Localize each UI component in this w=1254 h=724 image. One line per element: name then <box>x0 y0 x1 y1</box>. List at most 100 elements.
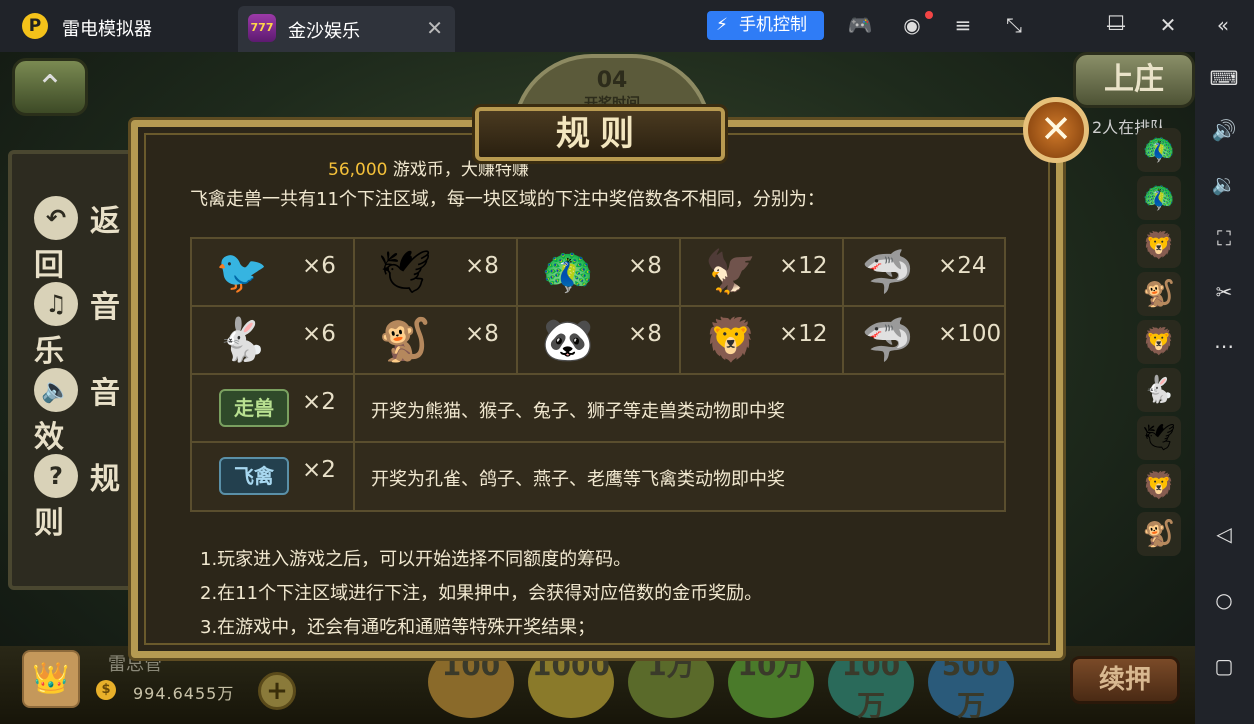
areas-description: 飞禽走兽一共有11个下注区域，每一块区域的下注中奖倍数各不相同，分别为： <box>190 189 825 210</box>
coin-icon: $ <box>96 680 116 700</box>
rule-line: 1.玩家进入游戏之后，可以开始选择不同额度的筹码。 <box>200 549 632 570</box>
table-cell: 🦅 ×12 <box>681 239 844 307</box>
history-peacock-icon: 🦚 <box>1137 128 1181 172</box>
back-triangle-icon[interactable]: ◁ <box>1209 522 1239 546</box>
history-lion-icon: 🦁 <box>1137 224 1181 268</box>
table-cell: 🐼 ×8 <box>518 307 681 375</box>
panda-icon: 🐼 <box>541 315 595 364</box>
multiplier: ×8 <box>465 321 499 347</box>
back-arrow-icon: ↶ <box>34 196 78 240</box>
screenshot-icon[interactable]: ⛶ <box>1209 226 1239 250</box>
table-cell: 🐦 ×6 <box>192 239 355 307</box>
table-cell: 🦈 ×24 <box>844 239 1006 307</box>
tab-label: 金沙娱乐 <box>288 21 360 42</box>
continue-bet-button[interactable]: 续押 <box>1070 656 1180 704</box>
recent-apps-icon[interactable]: ▢ <box>1209 654 1239 678</box>
tab-close-icon[interactable]: ✕ <box>426 16 443 40</box>
emulator-titlebar: P 雷电模拟器 777 金沙娱乐 ✕ ⚡ 手机控制 🎮 ◉ ≡ ⤡ — ☐ ✕ … <box>0 0 1254 52</box>
multiplier: ×100 <box>938 321 1002 347</box>
notification-dot <box>925 11 933 19</box>
bird-description: 开奖为孔雀、鸽子、燕子、老鹰等飞禽类动物即中奖 <box>371 469 785 490</box>
maximize-icon[interactable]: ☐ <box>1103 11 1129 35</box>
table-cell: 走兽 ×2 <box>192 375 355 443</box>
history-monkey-icon: 🐒 <box>1137 512 1181 556</box>
payout-table: 🐦 ×6 🕊 ×8 🦚 ×8 🦅 ×12 🦈 ×24 🐇 ×6 🐒 ×8 🐼 ×… <box>190 237 1006 512</box>
table-cell: 飞禽 ×2 <box>192 443 355 510</box>
rule-line: 3.在游戏中，还会有通吃和通赔等特殊开奖结果； <box>200 617 596 638</box>
tab-game[interactable]: 777 金沙娱乐 ✕ <box>238 6 455 52</box>
rabbit-icon: 🐇 <box>215 315 269 364</box>
close-modal-button[interactable]: ✕ <box>1023 97 1089 163</box>
modal-title: 规则 <box>556 114 644 154</box>
modal-title-plate: 规则 <box>475 107 725 161</box>
add-coins-button[interactable]: + <box>258 672 296 710</box>
history-rabbit-icon: 🐇 <box>1137 368 1181 412</box>
volume-up-icon[interactable]: 🔊 <box>1209 118 1239 142</box>
table-cell: 🦈 ×100 <box>844 307 1006 375</box>
scissors-icon[interactable]: ✂ <box>1209 280 1239 304</box>
history-monkey-icon: 🐒 <box>1137 272 1181 316</box>
restore-icon[interactable]: ⤡ <box>1001 13 1027 37</box>
swallow-icon: 🐦 <box>215 247 269 296</box>
table-cell: 🕊 ×8 <box>355 239 518 307</box>
multiplier: ×6 <box>302 321 336 347</box>
gamepad-icon[interactable]: 🎮 <box>847 13 873 37</box>
menu-sound[interactable]: 🔈 音效 <box>34 368 144 455</box>
rule-line: 2.在11个下注区域进行下注，如果押中，会获得对应倍数的金币奖励。 <box>200 583 763 604</box>
table-cell: 开奖为孔雀、鸽子、燕子、老鹰等飞禽类动物即中奖 <box>355 443 1006 510</box>
become-banker-button[interactable]: 上庄 <box>1073 52 1195 108</box>
speaker-icon: 🔈 <box>34 368 78 412</box>
table-cell: 🐒 ×8 <box>355 307 518 375</box>
player-avatar[interactable]: 👑 <box>22 650 80 708</box>
multiplier: ×8 <box>628 321 662 347</box>
beast-badge: 走兽 <box>219 389 289 427</box>
rules-content[interactable]: 56,000 游戏币，大赚特赚 飞禽走兽一共有11个下注区域，每一块区域的下注中… <box>138 127 1056 651</box>
multiplier: ×2 <box>302 389 336 415</box>
app-name: 雷电模拟器 <box>62 19 152 40</box>
player-balance: 994.6455万 <box>133 684 235 703</box>
user-icon[interactable]: ◉ <box>899 13 925 37</box>
lightning-icon: ⚡ <box>716 15 728 35</box>
home-circle-icon[interactable]: ○ <box>1209 588 1239 612</box>
table-cell: 开奖为熊猫、猴子、兔子、狮子等走兽类动物即中奖 <box>355 375 1006 443</box>
multiplier: ×2 <box>302 457 336 483</box>
phone-control-button[interactable]: ⚡ 手机控制 <box>707 11 824 40</box>
multiplier: ×24 <box>938 253 987 279</box>
history-dove-icon: 🕊 <box>1137 416 1181 460</box>
multiplier: ×12 <box>779 253 828 279</box>
history-lion-icon: 🦁 <box>1137 464 1181 508</box>
multiplier: ×6 <box>302 253 336 279</box>
beast-description: 开奖为熊猫、猴子、兔子、狮子等走兽类动物即中奖 <box>371 401 785 422</box>
game-tab-icon: 777 <box>248 14 276 42</box>
menu-rules[interactable]: ? 规则 <box>34 454 144 541</box>
multiplier: ×8 <box>465 253 499 279</box>
lion-icon: 🦁 <box>704 315 758 364</box>
left-menu-panel: ↶ 返回 ♫ 音乐 🔈 音效 ? 规则 <box>8 150 136 590</box>
keyboard-icon[interactable]: ⌨ <box>1209 66 1239 90</box>
collapse-sidebar-icon[interactable]: « <box>1210 13 1236 37</box>
menu-icon[interactable]: ≡ <box>950 13 976 37</box>
close-window-icon[interactable]: ✕ <box>1155 13 1181 37</box>
history-column: 🦚 🦚 🦁 🐒 🦁 🐇 🕊 🦁 🐒 <box>1133 128 1189 556</box>
multiplier: ×12 <box>779 321 828 347</box>
more-icon[interactable]: ⋯ <box>1209 334 1239 358</box>
up-arrow-button[interactable]: ⌃ <box>12 58 88 116</box>
table-cell: 🐇 ×6 <box>192 307 355 375</box>
phone-control-label: 手机控制 <box>739 15 807 35</box>
eagle-icon: 🦅 <box>704 247 758 296</box>
menu-back[interactable]: ↶ 返回 <box>34 196 144 283</box>
peacock-icon: 🦚 <box>541 247 595 296</box>
dove-icon: 🕊 <box>378 247 432 296</box>
question-icon: ? <box>34 454 78 498</box>
table-cell: 🦚 ×8 <box>518 239 681 307</box>
monkey-icon: 🐒 <box>378 315 432 364</box>
gold-shark-icon: 🦈 <box>861 315 915 364</box>
table-cell: 🦁 ×12 <box>681 307 844 375</box>
close-icon: ✕ <box>1040 107 1072 151</box>
app-logo-icon: P <box>22 13 48 39</box>
history-peacock-icon: 🦚 <box>1137 176 1181 220</box>
rules-modal: 56,000 游戏币，大赚特赚 飞禽走兽一共有11个下注区域，每一块区域的下注中… <box>131 97 1089 658</box>
shark-icon: 🦈 <box>861 247 915 296</box>
volume-down-icon[interactable]: 🔉 <box>1209 172 1239 196</box>
menu-music[interactable]: ♫ 音乐 <box>34 282 144 369</box>
